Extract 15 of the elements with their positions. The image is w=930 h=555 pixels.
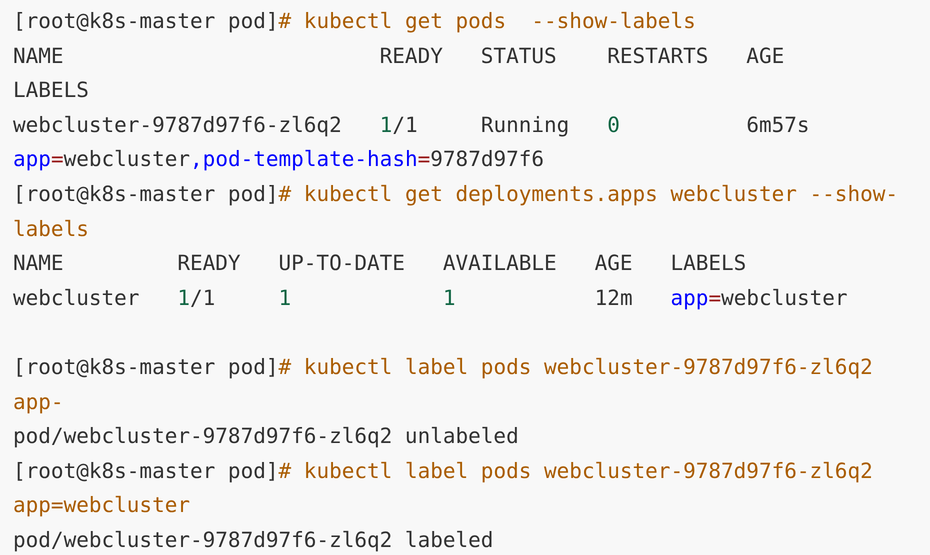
code-line: LABELS xyxy=(13,77,89,104)
code-line: [root@k8s-master pod]# kubectl get deployments.apps webcluster --show- xyxy=(13,180,898,208)
code-line: webcluster 1/1 1 1 12m app=webcluster xyxy=(13,284,848,312)
code-line: app- xyxy=(13,388,64,416)
code-line: NAME READY UP-TO-DATE AVAILABLE AGE LABELS xyxy=(13,250,746,278)
code-line: [root@k8s-master pod]# kubectl label pods webcluster-9787d97f6-zl6q2 xyxy=(13,354,873,381)
code-line: app=webcluster xyxy=(13,492,190,520)
code-line: [root@k8s-master pod]# kubectl label pods webcluster-9787d97f6-zl6q2 xyxy=(13,458,873,485)
code-line: app=webcluster,pod-template-hash=9787d97f6 xyxy=(13,146,544,174)
code-line: pod/webcluster-9787d97f6-zl6q2 unlabeled xyxy=(13,423,519,450)
code-line: pod/webcluster-9787d97f6-zl6q2 labeled xyxy=(13,526,494,554)
code-line: labels xyxy=(13,216,89,243)
code-line: webcluster-9787d97f6-zl6q2 1/1 Running 0 6m57s xyxy=(13,112,810,139)
code-line: [root@k8s-master pod]# kubectl get pods --show-labels xyxy=(13,8,696,35)
code-line: NAME READY STATUS RESTARTS AGE xyxy=(13,42,784,70)
